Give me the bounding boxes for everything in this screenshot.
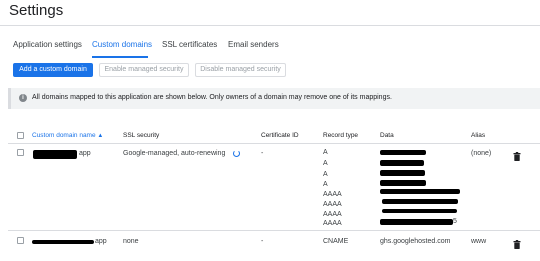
record-type: CNAME bbox=[323, 238, 349, 245]
domain-name[interactable]: app bbox=[95, 238, 107, 245]
sort-ascending-icon: ▲ bbox=[97, 133, 104, 139]
column-header-domain[interactable]: Custom domain name ▲ bbox=[32, 132, 103, 139]
delete-icon[interactable] bbox=[513, 236, 521, 249]
ssl-status: Google-managed, auto-renewing bbox=[123, 150, 226, 157]
redacted-data bbox=[380, 150, 426, 155]
delete-icon[interactable] bbox=[513, 148, 521, 161]
redacted-domain bbox=[33, 150, 77, 159]
select-all-checkbox[interactable] bbox=[17, 132, 24, 139]
data-value-suffix: 5 bbox=[453, 218, 457, 225]
redacted-data bbox=[382, 199, 458, 204]
row-checkbox[interactable] bbox=[17, 237, 24, 244]
add-custom-domain-button[interactable]: Add a custom domain bbox=[13, 63, 93, 77]
column-header-data: Data bbox=[380, 132, 394, 139]
record-type: AAAA bbox=[323, 191, 342, 198]
redacted-data bbox=[380, 170, 425, 176]
column-header-domain-label: Custom domain name bbox=[32, 132, 96, 139]
certificate-id: - bbox=[261, 150, 264, 157]
record-type: A bbox=[323, 160, 328, 167]
column-header-alias: Alias bbox=[471, 132, 486, 139]
column-header-ssl: SSL security bbox=[123, 132, 160, 139]
tab-custom-domains[interactable]: Custom domains bbox=[92, 40, 152, 49]
certificate-id: - bbox=[261, 238, 264, 245]
tab-ssl-certificates[interactable]: SSL certificates bbox=[162, 40, 217, 49]
ssl-status: none bbox=[123, 238, 139, 245]
tab-application-settings[interactable]: Application settings bbox=[13, 40, 82, 49]
redacted-domain bbox=[32, 240, 94, 244]
header-divider bbox=[0, 25, 540, 26]
record-type: AAAA bbox=[323, 220, 342, 227]
column-header-record-type: Record type bbox=[323, 132, 359, 139]
enable-managed-security-button[interactable]: Enable managed security bbox=[99, 63, 189, 77]
column-header-certificate: Certificate ID bbox=[261, 132, 299, 139]
loading-spinner-icon bbox=[233, 150, 240, 157]
table-header-divider bbox=[8, 143, 540, 144]
info-notice-text: All domains mapped to this application a… bbox=[32, 94, 392, 101]
row-checkbox[interactable] bbox=[17, 149, 24, 156]
disable-managed-security-button[interactable]: Disable managed security bbox=[195, 63, 286, 77]
redacted-data bbox=[380, 219, 453, 225]
alias-value: www bbox=[471, 238, 487, 245]
row-divider bbox=[8, 230, 540, 231]
tab-email-senders[interactable]: Email senders bbox=[228, 40, 279, 49]
active-tab-indicator bbox=[92, 56, 148, 58]
record-type: AAAA bbox=[323, 211, 342, 218]
redacted-data bbox=[382, 209, 457, 213]
redacted-data bbox=[380, 189, 460, 194]
domain-name[interactable]: app bbox=[79, 150, 91, 157]
info-icon: i bbox=[19, 94, 27, 102]
page-title: Settings bbox=[9, 2, 64, 19]
info-notice-accent bbox=[8, 88, 11, 109]
record-type: AAAA bbox=[323, 201, 342, 208]
record-type: A bbox=[323, 181, 328, 188]
redacted-data bbox=[380, 160, 424, 166]
record-type: A bbox=[323, 171, 328, 178]
record-type: A bbox=[323, 149, 328, 156]
data-value: ghs.googlehosted.com bbox=[380, 238, 451, 245]
redacted-data bbox=[380, 180, 426, 186]
alias-value: (none) bbox=[471, 150, 492, 157]
